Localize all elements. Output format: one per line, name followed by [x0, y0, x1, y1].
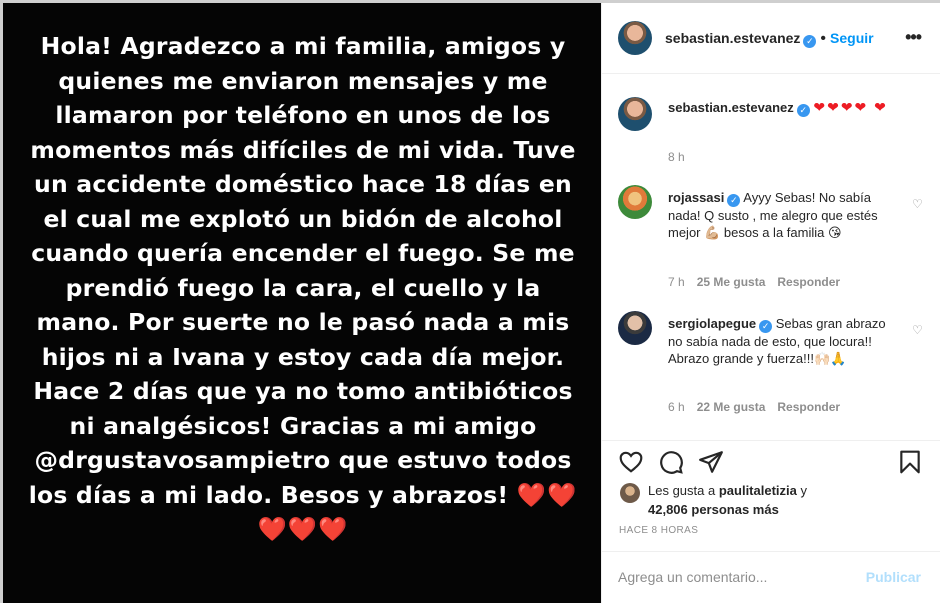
follow-button[interactable]: Seguir [830, 30, 874, 46]
verified-icon: ✓ [727, 194, 741, 207]
comment-text: sergiolapegue ✓ Sebas gran abrazo no sabí… [668, 315, 892, 367]
comment-item: rojassasi ✓ Ayyy Sebas! No sabía nada! Q … [618, 185, 923, 295]
verified-icon: ✓ [803, 35, 817, 48]
comment-input[interactable] [618, 566, 848, 588]
author-username[interactable]: sebastian.estevanez [665, 30, 800, 46]
verified-icon: ✓ [759, 320, 773, 333]
caption-username[interactable]: sebastian.estevanez [668, 100, 794, 115]
caption-text: sebastian.estevanez ✓ ❤❤❤❤ ❤ [668, 99, 892, 117]
likes-summary: Les gusta a paulitaletizia y 42,806 pers… [620, 481, 930, 519]
commenter-avatar[interactable] [618, 185, 652, 219]
author-avatar[interactable] [618, 21, 652, 55]
post-header: sebastian.estevanez ✓ • Seguir ••• [602, 3, 940, 74]
comments-list[interactable]: sebastian.estevanez ✓ ❤❤❤❤ ❤ 8 h rojassas… [602, 75, 940, 440]
comment-meta: 6 h 22 Me gusta Responder [668, 400, 852, 414]
likes-count[interactable]: 42,806 personas más [648, 500, 930, 519]
liker-avatar[interactable] [620, 483, 640, 503]
caption-time: 8 h [668, 150, 685, 164]
commenter-username[interactable]: sergiolapegue [668, 316, 756, 331]
comment-time: 7 h [668, 275, 685, 289]
comment-likes[interactable]: 22 Me gusta [697, 400, 766, 414]
add-comment-bar: Publicar [602, 551, 940, 603]
reply-button[interactable]: Responder [777, 275, 840, 289]
reply-button[interactable]: Responder [777, 400, 840, 414]
action-bar [602, 440, 940, 480]
like-comment-heart-icon[interactable]: ♡ [912, 323, 924, 337]
commenter-avatar[interactable] [618, 311, 652, 345]
comment-item: sergiolapegue ✓ Sebas gran abrazo no sabí… [618, 311, 923, 421]
comment-text: rojassasi ✓ Ayyy Sebas! No sabía nada! Q … [668, 189, 892, 241]
caption-hearts: ❤❤❤❤ ❤ [813, 99, 888, 115]
post-image[interactable]: Hola! Agradezco a mi familia, amigos y q… [3, 3, 601, 603]
story-body: Hola! Agradezco a mi familia, amigos y q… [28, 32, 576, 509]
likes-prefix: Les gusta a [648, 483, 716, 498]
comment-time: 6 h [668, 400, 685, 414]
more-horizontal-icon[interactable]: ••• [905, 27, 922, 48]
separator-dot: • [820, 30, 827, 47]
liker-username[interactable]: paulitaletizia [719, 483, 797, 498]
verified-icon: ✓ [796, 104, 810, 117]
author-line: sebastian.estevanez ✓ • Seguir [665, 30, 874, 48]
likes-line: Les gusta a paulitaletizia y [648, 481, 930, 500]
comment-meta: 7 h 25 Me gusta Responder [668, 275, 852, 289]
bookmark-icon[interactable] [897, 449, 923, 475]
commenter-username[interactable]: rojassasi [668, 190, 724, 205]
comment-icon[interactable] [658, 449, 684, 475]
caption-meta: 8 h [668, 150, 697, 164]
share-icon[interactable] [698, 449, 724, 475]
side-panel: sebastian.estevanez ✓ • Seguir ••• sebastia… [601, 3, 940, 603]
post-button[interactable]: Publicar [866, 569, 921, 585]
story-text: Hola! Agradezco a mi familia, amigos y q… [25, 29, 581, 547]
heart-icon[interactable] [618, 449, 644, 475]
caption-avatar[interactable] [618, 97, 652, 131]
post-time[interactable]: HACE 8 HORAS [619, 525, 698, 536]
comment-likes[interactable]: 25 Me gusta [697, 275, 766, 289]
caption: sebastian.estevanez ✓ ❤❤❤❤ ❤ 8 h [618, 95, 918, 165]
like-comment-heart-icon[interactable]: ♡ [912, 197, 924, 211]
likes-connector: y [800, 483, 808, 498]
